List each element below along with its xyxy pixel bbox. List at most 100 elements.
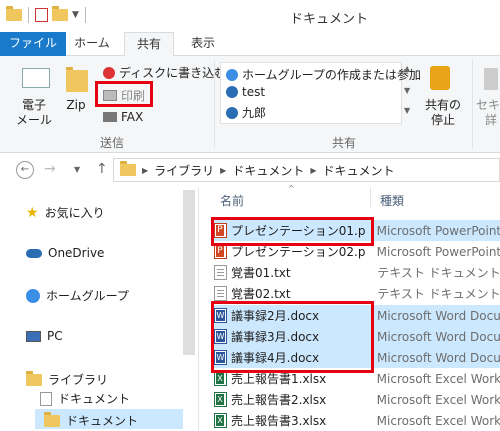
- separator: [28, 7, 29, 23]
- share-user-label: 九郎: [242, 106, 267, 120]
- sidebar-item-onedrive[interactable]: OneDrive: [26, 246, 104, 260]
- ribbon-tabs: ファイル ホーム 共有 表示: [0, 32, 500, 57]
- chevron-right-icon[interactable]: ▶: [142, 166, 148, 175]
- sidebar-item-documents-folder[interactable]: ドキュメント: [44, 411, 139, 429]
- folder-icon[interactable]: [6, 6, 22, 21]
- back-button[interactable]: ←: [16, 161, 34, 179]
- breadcrumb[interactable]: ドキュメント: [232, 162, 304, 179]
- tab-file[interactable]: ファイル: [0, 32, 66, 56]
- table-row[interactable]: 売上報告書3.xlsx Microsoft Excel Work: [214, 410, 500, 431]
- up-button[interactable]: ↑: [96, 161, 108, 177]
- file-name-cell[interactable]: 売上報告書3.xlsx: [214, 412, 365, 429]
- file-highlight: [211, 301, 374, 373]
- sidebar-item-label: ドキュメント: [66, 414, 139, 428]
- xls-file-icon: [214, 392, 227, 407]
- group-separator: [472, 60, 473, 148]
- file-type: テキスト ドキュメント: [377, 266, 500, 280]
- file-name-cell[interactable]: 覚書01.txt: [214, 264, 365, 281]
- expand-icon[interactable]: ▼: [404, 106, 410, 115]
- breadcrumb[interactable]: ドキュメント: [323, 162, 395, 179]
- tab-home[interactable]: ホーム: [68, 32, 116, 56]
- burn-disc-label: ディスクに書き込む: [119, 66, 227, 80]
- file-type: Microsoft Excel Work: [376, 371, 500, 386]
- email-button[interactable]: 電子 メール: [14, 98, 54, 128]
- file-type: Microsoft PowerPoint: [376, 223, 500, 238]
- pane-divider[interactable]: [198, 187, 199, 431]
- sidebar-item-label: OneDrive: [48, 246, 105, 260]
- sidebar-item-label: ホームグループ: [46, 289, 129, 303]
- column-header-name[interactable]: 名前: [220, 192, 244, 209]
- lock-icon[interactable]: [430, 66, 450, 90]
- table-row[interactable]: 覚書01.txt テキスト ドキュメント: [214, 262, 500, 283]
- file-type: Microsoft Excel Work: [376, 413, 500, 428]
- file-name-cell[interactable]: 売上報告書2.xlsx: [214, 391, 365, 408]
- tab-view[interactable]: 表示: [180, 32, 226, 56]
- user-icon: [226, 86, 238, 98]
- column-divider[interactable]: [370, 187, 371, 207]
- fax-button[interactable]: FAX: [103, 110, 143, 124]
- forward-button[interactable]: →: [44, 161, 56, 177]
- homegroup-create-label: ホームグループの作成または参加: [242, 68, 421, 82]
- document-library-icon: [40, 391, 52, 406]
- sidebar-item-pc[interactable]: PC: [26, 329, 63, 343]
- properties-icon[interactable]: [35, 8, 48, 22]
- title-bar: ▼ ドキュメント: [0, 0, 500, 32]
- file-name-cell[interactable]: 覚書02.txt: [214, 285, 365, 302]
- ribbon: 電子 メール Zip ディスクに書き込む 印刷 FAX 送信 ホームグループの作…: [0, 56, 500, 153]
- file-name: 覚書01.txt: [231, 266, 291, 280]
- tab-share[interactable]: 共有: [124, 32, 174, 57]
- ppt-file-icon: [214, 244, 227, 259]
- column-header-type[interactable]: 種類: [380, 192, 404, 209]
- xls-file-icon: [214, 413, 227, 428]
- file-type: Microsoft PowerPoint: [376, 244, 500, 259]
- share-group-label: 共有: [332, 136, 357, 150]
- file-type: Microsoft Excel Work: [376, 392, 500, 407]
- stop-share-button[interactable]: 共有の 停止: [420, 98, 466, 128]
- sidebar-scrollbar[interactable]: [183, 190, 195, 355]
- library-icon: [120, 161, 136, 176]
- sidebar-item-favorites[interactable]: ★ お気に入り: [26, 204, 105, 221]
- library-icon: [26, 370, 42, 386]
- sidebar-item-label: ライブラリ: [48, 373, 109, 387]
- file-name: 覚書02.txt: [231, 287, 291, 301]
- user-icon: [226, 106, 238, 119]
- sidebar-item-label: お気に入り: [44, 206, 105, 220]
- fax-icon: [103, 112, 117, 122]
- chevron-down-icon[interactable]: ▼: [72, 10, 79, 20]
- file-name: 売上報告書2.xlsx: [231, 393, 327, 407]
- txt-file-icon: [214, 286, 227, 301]
- file-type: Microsoft Word Docu: [376, 350, 500, 365]
- sidebar-item-homegroup[interactable]: ホームグループ: [26, 287, 129, 304]
- security-icon[interactable]: [484, 68, 498, 90]
- fax-label: FAX: [121, 110, 144, 124]
- group-separator: [214, 60, 215, 148]
- table-row[interactable]: 売上報告書2.xlsx Microsoft Excel Work: [214, 389, 500, 410]
- address-field[interactable]: ▶ ライブラリ ▶ ドキュメント ▶ ドキュメント: [113, 158, 500, 182]
- new-folder-icon[interactable]: [52, 6, 68, 21]
- chevron-right-icon[interactable]: ▶: [220, 166, 226, 175]
- zip-icon[interactable]: [66, 67, 88, 92]
- burn-disc-button[interactable]: ディスクに書き込む: [103, 64, 226, 81]
- file-highlight: [211, 217, 374, 246]
- scroll-up-icon[interactable]: ▲: [404, 64, 410, 73]
- share-user-item[interactable]: 九郎: [226, 104, 266, 121]
- txt-file-icon: [214, 265, 227, 280]
- sidebar-item-libraries[interactable]: ライブラリ: [26, 370, 109, 388]
- homegroup-create-item[interactable]: ホームグループの作成または参加: [226, 66, 421, 83]
- chevron-right-icon[interactable]: ▶: [310, 166, 316, 175]
- quick-access-toolbar: ▼: [6, 6, 88, 23]
- breadcrumb[interactable]: ライブラリ: [154, 162, 214, 179]
- print-highlight: [95, 81, 153, 107]
- share-user-item[interactable]: test: [226, 85, 265, 99]
- security-button[interactable]: セキュ 詳: [476, 98, 500, 128]
- cloud-icon: [26, 248, 42, 258]
- zip-button[interactable]: Zip: [64, 98, 88, 113]
- file-type: Microsoft Word Docu: [376, 308, 500, 323]
- email-icon[interactable]: [22, 68, 50, 88]
- recent-dropdown-icon[interactable]: ▼: [74, 165, 80, 174]
- folder-icon: [44, 411, 60, 427]
- sidebar-item-documents[interactable]: ドキュメント: [40, 390, 130, 407]
- scroll-down-icon[interactable]: ▼: [404, 86, 410, 95]
- xls-file-icon: [214, 371, 227, 386]
- computer-icon: [26, 330, 41, 342]
